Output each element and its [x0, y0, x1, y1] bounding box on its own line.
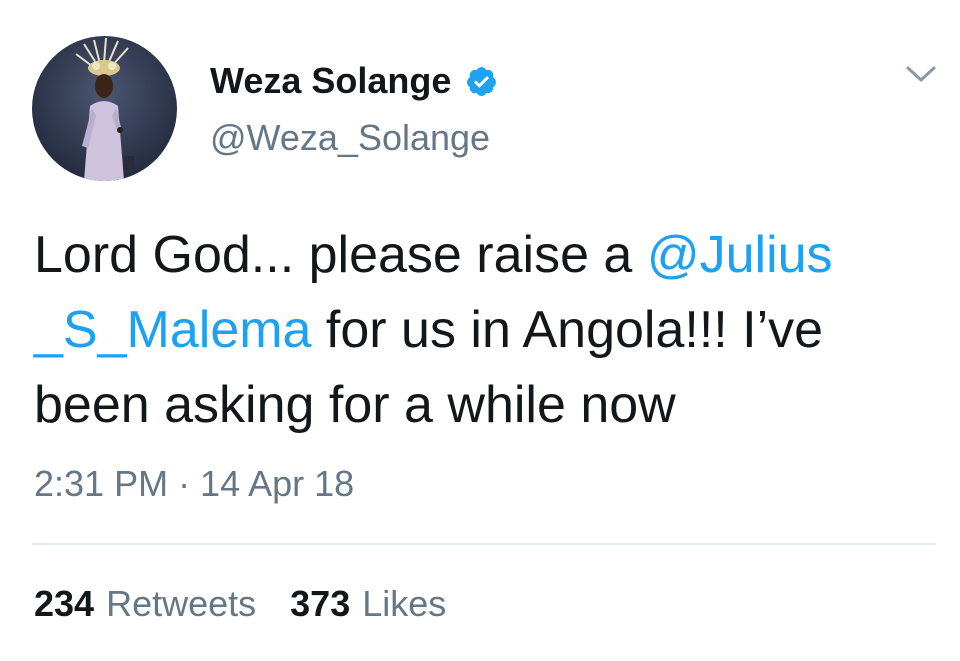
user-handle[interactable]: @Weza_Solange: [210, 117, 490, 159]
display-name-text[interactable]: Weza Solange: [210, 60, 451, 102]
retweets-stat[interactable]: 234 Retweets: [34, 583, 256, 625]
timestamp[interactable]: 2:31 PM · 14 Apr 18: [34, 463, 354, 505]
mention-link-part2[interactable]: _S_Malema: [34, 301, 311, 359]
retweets-label[interactable]: Retweets: [106, 583, 256, 625]
tweet-text-part1: Lord God... please raise a: [34, 226, 647, 284]
mention-link-part1[interactable]: @Julius: [647, 226, 833, 284]
display-name[interactable]: Weza Solange: [210, 60, 498, 102]
divider: [32, 543, 936, 545]
chevron-down-icon[interactable]: [904, 62, 938, 86]
tweet-card: Weza Solange @Weza_Solange Lord God... p…: [0, 0, 960, 661]
engagement-stats: 234 Retweets 373 Likes: [34, 583, 480, 625]
verified-badge-icon: [465, 65, 498, 98]
tweet-text: Lord God... please raise a @Julius _S_Mal…: [34, 218, 934, 443]
likes-stat[interactable]: 373 Likes: [290, 583, 446, 625]
likes-label[interactable]: Likes: [362, 583, 446, 625]
likes-count[interactable]: 373: [290, 583, 350, 625]
avatar[interactable]: [32, 36, 177, 181]
retweets-count[interactable]: 234: [34, 583, 94, 625]
